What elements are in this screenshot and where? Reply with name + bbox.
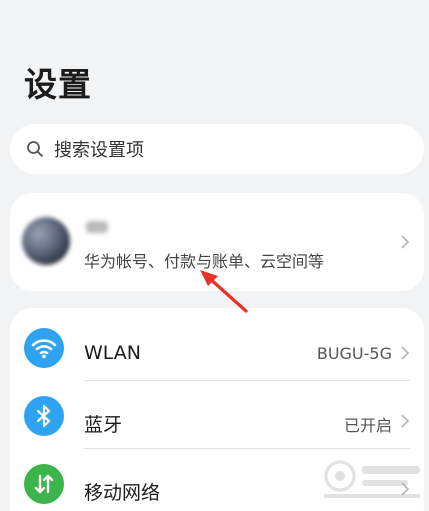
settings-item-value: 已开启 [343, 416, 392, 435]
settings-item-bluetooth[interactable]: 蓝牙 已开启 [10, 382, 424, 448]
red-arrow-annotation [200, 270, 248, 313]
settings-item-wlan[interactable]: WLAN BUGU-5G [10, 314, 424, 380]
divider [84, 448, 410, 449]
divider [84, 380, 410, 381]
bluetooth-icon [24, 396, 64, 436]
settings-page: 设置 搜索设置项 华为帐号、付款与账单、云空间等 WLAN BUGU-5G 蓝牙… [0, 0, 429, 511]
chevron-right-icon [401, 414, 410, 428]
wifi-icon [24, 328, 64, 368]
settings-item-label: 移动网络 [84, 482, 161, 504]
search-icon [27, 141, 43, 157]
chevron-right-icon [401, 346, 410, 360]
search-bar[interactable]: 搜索设置项 [10, 124, 424, 174]
settings-item-label: 蓝牙 [84, 414, 123, 436]
avatar [22, 217, 70, 265]
search-placeholder: 搜索设置项 [54, 140, 144, 161]
page-title: 设置 [24, 65, 92, 104]
chevron-right-icon [401, 235, 410, 249]
settings-item-label: WLAN [84, 342, 142, 364]
mobile-network-icon [24, 464, 64, 504]
account-name-blurred [86, 221, 108, 233]
settings-item-value: BUGU-5G [316, 344, 392, 363]
watermark-logo [324, 460, 420, 498]
